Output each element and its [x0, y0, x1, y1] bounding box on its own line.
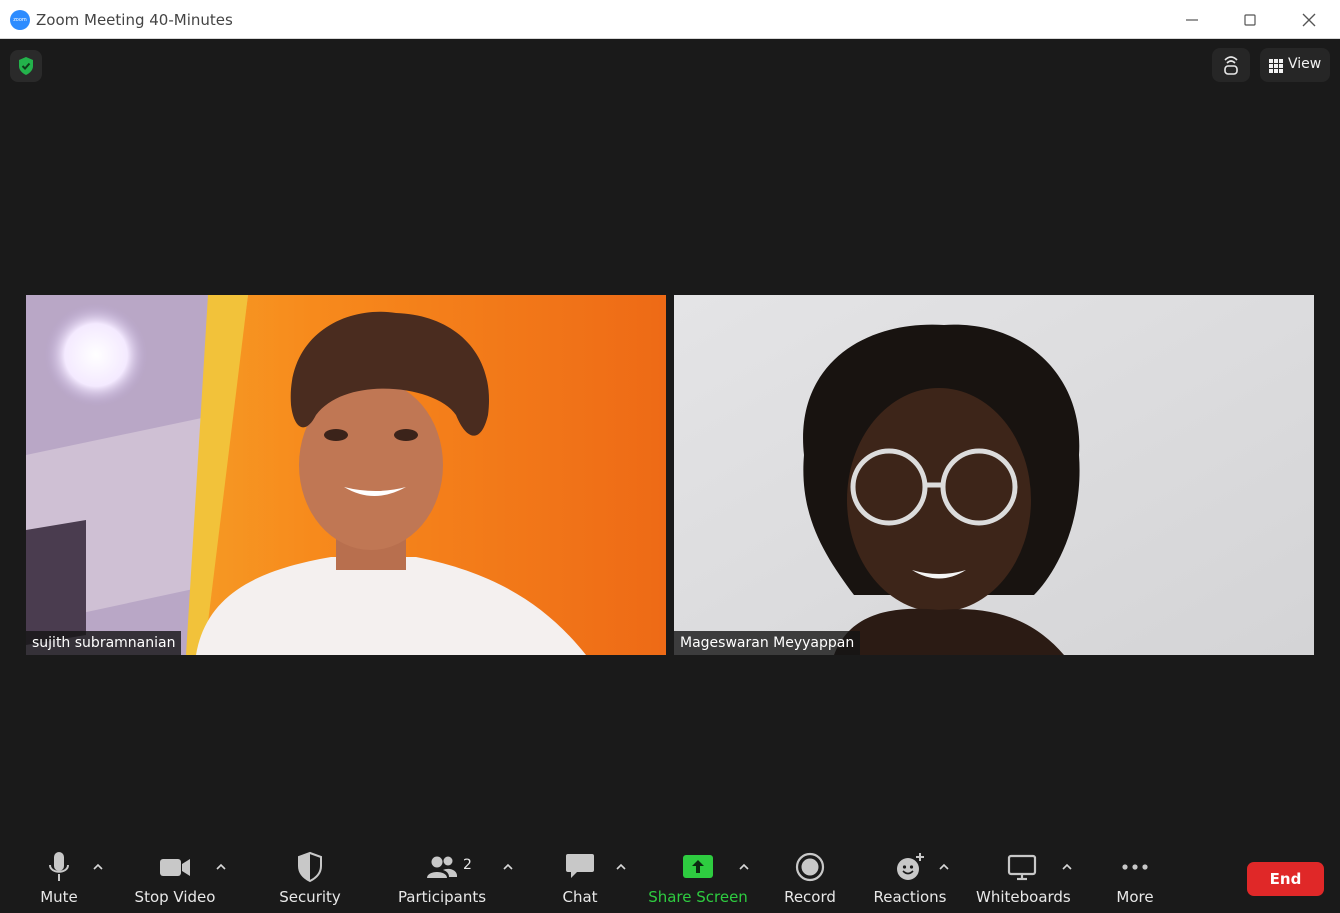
window-title: Zoom Meeting 40-Minutes [36, 11, 233, 29]
chevron-up-icon[interactable] [91, 860, 105, 874]
participants-button[interactable]: Participants [397, 842, 487, 913]
share-screen-button[interactable]: Share Screen [648, 842, 748, 913]
mute-label: Mute [40, 888, 78, 906]
share-screen-icon [648, 850, 748, 884]
reactions-button[interactable]: Reactions [870, 842, 950, 913]
meeting-stage: View sujith subramnanian Mageswaran Meyy… [0, 39, 1340, 913]
chat-bubble-icon [550, 850, 610, 884]
maximize-icon [1244, 14, 1256, 26]
meeting-toolbar: Mute Stop Video Security Participants 2 … [0, 842, 1340, 913]
participant-video [674, 295, 1314, 655]
participant-video [26, 295, 666, 655]
security-shield-icon [270, 850, 350, 884]
maximize-button[interactable] [1238, 8, 1262, 32]
share-screen-label: Share Screen [648, 888, 748, 906]
view-label: View [1288, 56, 1322, 72]
more-label: More [1116, 888, 1154, 906]
video-tile-participant-2[interactable]: Mageswaran Meyyappan [674, 295, 1314, 655]
security-button[interactable]: Security [270, 842, 350, 913]
chat-button[interactable]: Chat [550, 842, 610, 913]
more-dots-icon [1105, 850, 1165, 884]
chevron-up-icon[interactable] [937, 860, 951, 874]
end-meeting-button[interactable]: End [1247, 862, 1324, 896]
participant-name-tag: Mageswaran Meyyappan [674, 631, 861, 655]
minimize-button[interactable] [1180, 8, 1204, 32]
whiteboards-label: Whiteboards [976, 888, 1071, 906]
close-button[interactable] [1297, 8, 1321, 32]
grid-icon [1269, 59, 1283, 73]
encryption-shield-icon[interactable] [10, 50, 42, 82]
chevron-up-icon[interactable] [1060, 860, 1074, 874]
mute-button[interactable]: Mute [24, 842, 94, 913]
view-button[interactable]: View [1260, 48, 1330, 82]
participant-name-tag: sujith subramnanian [26, 631, 182, 655]
stop-video-label: Stop Video [134, 888, 216, 906]
participants-count: 2 [463, 857, 472, 873]
title-bar: zoom Zoom Meeting 40-Minutes [0, 0, 1340, 39]
chevron-up-icon[interactable] [737, 860, 751, 874]
stop-video-button[interactable]: Stop Video [130, 842, 220, 913]
record-icon [775, 850, 845, 884]
video-camera-icon [130, 850, 220, 884]
chat-label: Chat [562, 888, 598, 906]
chevron-up-icon[interactable] [614, 860, 628, 874]
participants-icon [397, 850, 487, 884]
whiteboard-icon [976, 850, 1068, 884]
chevron-up-icon[interactable] [501, 860, 515, 874]
close-icon [1302, 13, 1316, 27]
video-tile-participant-1[interactable]: sujith subramnanian [26, 295, 666, 655]
reactions-label: Reactions [873, 888, 947, 906]
participants-label: Participants [397, 888, 487, 906]
security-label: Security [279, 888, 341, 906]
more-button[interactable]: More [1105, 842, 1165, 913]
chevron-up-icon[interactable] [214, 860, 228, 874]
minimize-icon [1186, 19, 1198, 21]
record-button[interactable]: Record [775, 842, 845, 913]
microphone-icon [24, 850, 94, 884]
immersive-view-icon[interactable] [1212, 48, 1250, 82]
zoom-logo-icon: zoom [10, 10, 30, 30]
record-label: Record [784, 888, 836, 906]
whiteboards-button[interactable]: Whiteboards [976, 842, 1071, 913]
